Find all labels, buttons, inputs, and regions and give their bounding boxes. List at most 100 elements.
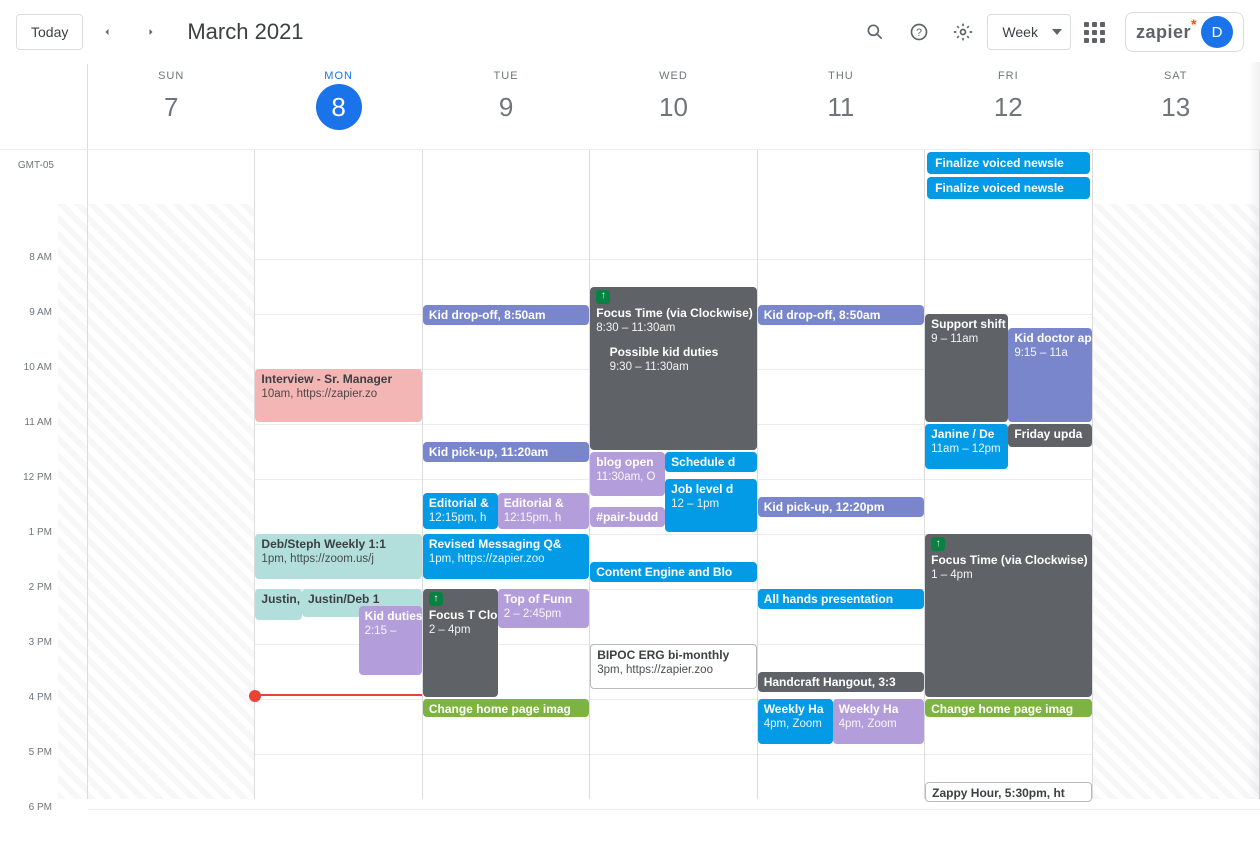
event[interactable]: Justin, xyxy=(255,589,302,620)
prev-button[interactable] xyxy=(87,12,127,52)
event[interactable]: Interview - Sr. Manager10am, https://zap… xyxy=(255,369,421,422)
chevron-left-icon xyxy=(101,26,113,38)
day-num: 13 xyxy=(1153,84,1199,130)
allday-cell-mon[interactable] xyxy=(255,150,422,204)
event[interactable]: Schedule d xyxy=(665,452,757,472)
event[interactable]: Handcraft Hangout, 3:3 xyxy=(758,672,924,692)
search-button[interactable] xyxy=(855,12,895,52)
allday-cell-tue[interactable] xyxy=(423,150,590,204)
day-header-tue[interactable]: TUE9 xyxy=(423,64,590,149)
day-column-thu[interactable]: Kid drop-off, 8:50am Kid pick-up, 12:20pm… xyxy=(758,204,925,799)
allday-extra xyxy=(58,150,88,204)
time-label: 4 PM xyxy=(29,692,52,703)
event[interactable]: blog open11:30am, O xyxy=(590,452,665,497)
event[interactable]: Janine / De11am – 12pm xyxy=(925,424,1008,469)
event[interactable]: Kid pick-up, 12:20pm xyxy=(758,497,924,517)
day-column-wed[interactable]: Focus Time (via Clockwise)8:30 – 11:30am… xyxy=(590,204,757,799)
event[interactable]: Editorial &12:15pm, h xyxy=(423,493,498,530)
day-column-mon[interactable]: Interview - Sr. Manager10am, https://zap… xyxy=(255,204,422,799)
event[interactable]: #pair-budd xyxy=(590,507,665,527)
day-abbr: WED xyxy=(590,70,756,82)
event[interactable]: Deb/Steph Weekly 1:11pm, https://zoom.us… xyxy=(255,534,421,579)
event[interactable]: Kid duties2:15 – xyxy=(359,606,422,676)
day-column-fri[interactable]: Support shift9 – 11amKid doctor appt9:15… xyxy=(925,204,1092,799)
event[interactable]: Kid doctor appt9:15 – 11a xyxy=(1008,328,1091,422)
event[interactable]: Kid drop-off, 8:50am xyxy=(758,305,924,325)
event[interactable]: Weekly Ha4pm, Zoom xyxy=(833,699,925,744)
day-column-sun[interactable] xyxy=(88,204,255,799)
day-header-mon[interactable]: MON8 xyxy=(255,64,422,149)
time-label: 1 PM xyxy=(29,527,52,538)
today-button[interactable]: Today xyxy=(16,14,83,50)
time-label: 2 PM xyxy=(29,582,52,593)
event[interactable]: Support shift9 – 11am xyxy=(925,314,1008,422)
day-header-sat[interactable]: SAT 13 xyxy=(1093,64,1260,149)
time-label: 11 AM xyxy=(24,417,52,428)
view-select-label: Week xyxy=(1002,24,1038,40)
day-num: 12 xyxy=(985,84,1031,130)
allday-cell-sun[interactable] xyxy=(88,150,255,204)
event[interactable]: Focus Time (via Clockwise)1 – 4pm xyxy=(925,534,1091,697)
settings-button[interactable] xyxy=(943,12,983,52)
help-icon: ? xyxy=(909,22,929,42)
search-icon xyxy=(865,22,885,42)
topbar: Today March 2021 ? Week zapier* D xyxy=(0,0,1260,64)
event[interactable]: Kid drop-off, 8:50am xyxy=(423,305,589,325)
day-column-tue[interactable]: Kid drop-off, 8:50am Kid pick-up, 11:20am… xyxy=(423,204,590,799)
grid: 8 AM9 AM10 AM11 AM12 PM1 PM2 PM3 PM4 PM5… xyxy=(0,204,1260,799)
event[interactable]: Change home page imag xyxy=(423,699,589,717)
timezone-label: GMT-05 xyxy=(0,150,58,204)
event[interactable]: Focus T Clockwise)2 – 4pm xyxy=(423,589,498,697)
day-header-thu[interactable]: THU 11 xyxy=(758,64,925,149)
day-abbr: SAT xyxy=(1093,70,1259,82)
event[interactable]: Content Engine and Blo xyxy=(590,562,756,582)
event[interactable]: Editorial &12:15pm, h xyxy=(498,493,590,530)
event[interactable]: Change home page imag xyxy=(925,699,1091,717)
timezone-gutter xyxy=(0,64,58,149)
day-num: 9 xyxy=(483,84,529,130)
time-label: 8 AM xyxy=(29,252,52,263)
event[interactable]: Top of Funn2 – 2:45pm xyxy=(498,589,590,628)
day-abbr: FRI xyxy=(925,70,1091,82)
event[interactable]: BIPOC ERG bi-monthly3pm, https://zapier.… xyxy=(590,644,756,689)
event[interactable]: Kid pick-up, 11:20am xyxy=(423,442,589,462)
avatar[interactable]: D xyxy=(1201,16,1233,48)
event[interactable]: Revised Messaging Q&1pm, https://zapier.… xyxy=(423,534,589,579)
clockwise-icon xyxy=(931,537,945,551)
allday-cell-thu[interactable] xyxy=(758,150,925,204)
allday-row: GMT-05 Finalize voiced newsleFinalize vo… xyxy=(0,150,1260,204)
now-dot xyxy=(249,690,261,702)
apps-button[interactable] xyxy=(1075,12,1115,52)
event[interactable]: Possible kid duties9:30 – 11:30am xyxy=(604,342,757,450)
allday-cell-fri[interactable]: Finalize voiced newsle Finalize voiced ne… xyxy=(925,150,1092,204)
allday-event[interactable]: Finalize voiced newsle xyxy=(927,177,1089,199)
clockwise-icon xyxy=(429,592,443,606)
event[interactable]: Friday upda xyxy=(1008,424,1091,447)
day-abbr: SUN xyxy=(88,70,254,82)
day-column-sat[interactable] xyxy=(1093,204,1260,799)
next-button[interactable] xyxy=(131,12,171,52)
zapier-chip[interactable]: zapier* D xyxy=(1125,12,1244,52)
day-header-wed[interactable]: WED 10 xyxy=(590,64,757,149)
day-num: 11 xyxy=(818,84,864,130)
day-abbr: MON xyxy=(255,70,421,82)
extra-col xyxy=(58,64,88,149)
now-indicator xyxy=(255,694,421,696)
time-label: 3 PM xyxy=(29,637,52,648)
day-abbr: THU xyxy=(758,70,924,82)
day-header-fri[interactable]: FRI 12 xyxy=(925,64,1092,149)
day-num: 10 xyxy=(650,84,696,130)
event[interactable]: Job level d12 – 1pm xyxy=(665,479,757,532)
allday-event[interactable]: Finalize voiced newsle xyxy=(927,152,1089,174)
event[interactable]: Weekly Ha4pm, Zoom xyxy=(758,699,833,744)
allday-cell-wed[interactable] xyxy=(590,150,757,204)
day-header-sun[interactable]: SUN7 xyxy=(88,64,255,149)
day-header-row: SUN7MON8TUE9WED 10 THU 11 FRI 12 SAT 13 xyxy=(0,64,1260,150)
event[interactable]: All hands presentation xyxy=(758,589,924,609)
time-label: 5 PM xyxy=(29,747,52,758)
time-label: 12 PM xyxy=(23,472,52,483)
apps-icon xyxy=(1084,22,1105,43)
help-button[interactable]: ? xyxy=(899,12,939,52)
allday-cell-sat[interactable] xyxy=(1093,150,1260,204)
view-select[interactable]: Week xyxy=(987,14,1071,50)
